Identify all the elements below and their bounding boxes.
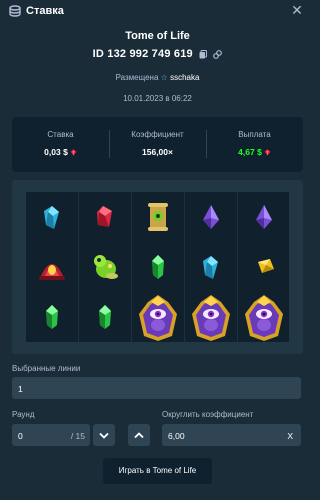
round-value: 0: [18, 431, 23, 441]
slot-cell: [132, 192, 184, 242]
slot-cell: [79, 192, 131, 242]
stat-payout-value: 4,67 $: [238, 147, 262, 157]
placed-label: Размещена: [115, 73, 159, 82]
bet-id-row: ID 132 992 749 619: [0, 48, 315, 60]
stat-payout-label: Выплата: [238, 130, 271, 139]
ruby-gem-icon: [264, 149, 271, 156]
chevron-down-icon: [99, 432, 109, 439]
green-crystal-icon: [99, 305, 111, 329]
slot-reels: [26, 192, 289, 342]
bet-stats-panel: Ставка 0,03 $ Коэффициент 156,00× Выплат…: [12, 117, 303, 172]
slot-cell: [238, 192, 290, 242]
purple-crystal-icon: [256, 205, 272, 229]
modal-header: Ставка ✕: [0, 0, 315, 22]
slot-cell: [26, 192, 78, 242]
stat-bet-label: Ставка: [47, 130, 74, 139]
stat-payout: Выплата 4,67 $: [206, 117, 303, 172]
purple-eye-idol-icon: [245, 295, 283, 341]
round-prev-button[interactable]: [93, 424, 115, 446]
play-game-button[interactable]: Играть в Tome of Life: [103, 458, 212, 484]
vip-star-icon: ☆: [160, 73, 168, 82]
slot-cell: [238, 292, 290, 342]
close-icon: ✕: [291, 2, 303, 18]
stat-multiplier: Коэффициент 156,00×: [109, 117, 206, 172]
game-title: Tome of Life: [125, 30, 190, 42]
ruby-gem-icon: [70, 149, 77, 156]
stat-bet-value-row: 0,03 $: [12, 147, 109, 157]
chevron-up-icon: [134, 431, 144, 438]
green-crystal-icon: [46, 305, 58, 329]
slot-board: [12, 180, 303, 354]
close-button[interactable]: ✕: [289, 2, 305, 18]
username-link[interactable]: sschaka: [170, 73, 199, 82]
purple-crystal-icon: [203, 205, 219, 229]
link-icon[interactable]: [213, 49, 223, 59]
modal-title: Ставка: [26, 5, 64, 17]
gold-scroll-icon: [148, 203, 168, 231]
slot-cell: [26, 242, 78, 292]
round-total: / 15: [70, 431, 85, 441]
clear-multiplier-button[interactable]: X: [287, 431, 293, 441]
purple-eye-idol-icon: [139, 295, 177, 341]
copy-icon[interactable]: [199, 49, 208, 59]
slot-cell: [132, 242, 184, 292]
green-creature-icon: [94, 255, 118, 279]
slot-cell: [79, 242, 131, 292]
round-multiplier-value: 6,00: [168, 431, 185, 441]
round-multiplier-label: Округлить коэффициент: [162, 410, 254, 419]
lines-field: 1: [12, 377, 301, 399]
slot-cell: [185, 192, 237, 242]
placed-by-row: Размещена ☆ sschaka: [0, 73, 315, 82]
coins-icon: [9, 5, 21, 17]
blue-crystal-icon: [203, 256, 218, 279]
stat-payout-value-row: 4,67 $: [206, 147, 303, 157]
slot-cell: [26, 292, 78, 342]
slot-cell: [185, 242, 237, 292]
stat-bet: Ставка 0,03 $: [12, 117, 109, 172]
round-multiplier-input[interactable]: 6,00 X: [162, 424, 301, 446]
purple-eye-idol-icon: [192, 295, 230, 341]
red-helmet-icon: [39, 264, 65, 280]
stat-multiplier-value: 156,00×: [142, 147, 173, 157]
red-crystal-icon: [97, 206, 112, 227]
round-next-button[interactable]: [128, 424, 150, 446]
bet-date: 10.01.2023 в 06:22: [123, 94, 192, 103]
stat-bet-value: 0,03 $: [44, 147, 68, 157]
bet-id: ID 132 992 749 619: [92, 48, 193, 60]
slot-cell: [79, 292, 131, 342]
round-input[interactable]: 0 / 15: [12, 424, 90, 446]
stat-multiplier-label: Коэффициент: [131, 130, 184, 139]
round-label: Раунд: [12, 410, 35, 419]
slot-cell: [238, 242, 290, 292]
slot-cell: [185, 292, 237, 342]
slot-cell: [132, 292, 184, 342]
lines-label: Выбранные линии: [12, 364, 81, 373]
green-crystal-icon: [152, 255, 164, 279]
yellow-crystal-icon: [258, 259, 274, 273]
lines-value: 1: [18, 384, 23, 394]
blue-crystal-icon: [44, 206, 59, 229]
